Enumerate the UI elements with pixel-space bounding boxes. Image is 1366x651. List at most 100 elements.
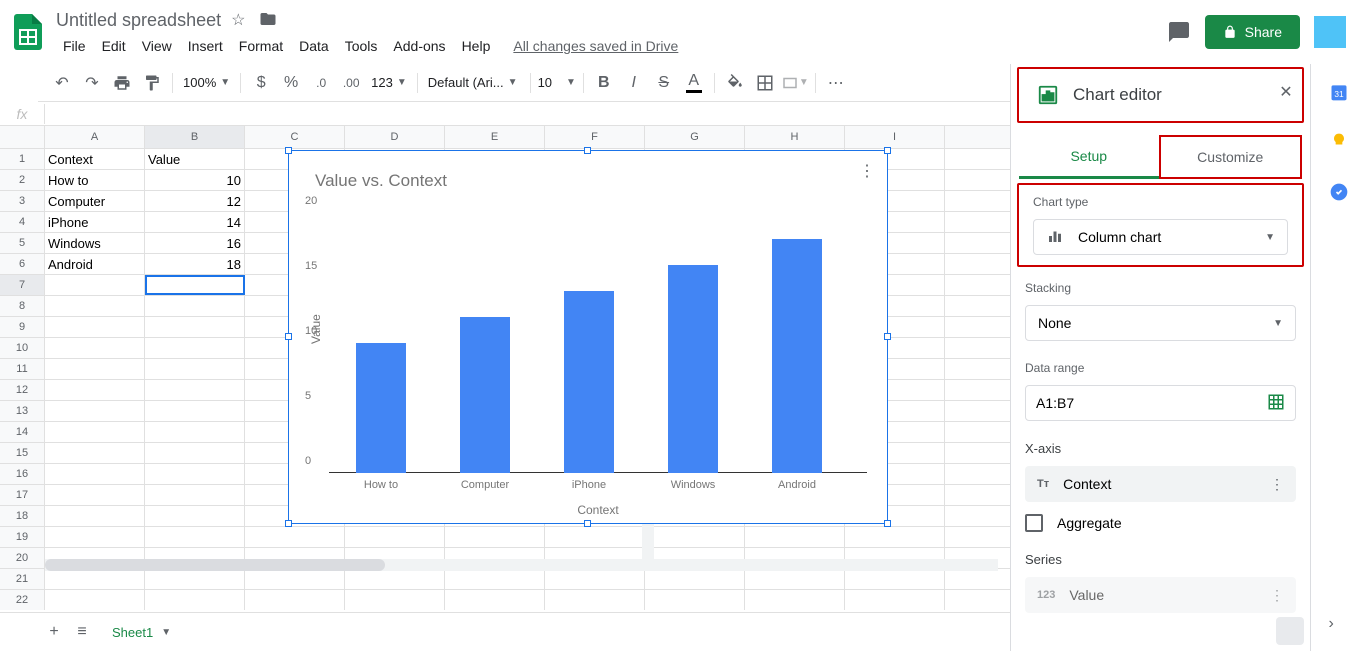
column-header[interactable]: F <box>545 126 645 148</box>
merge-cells-icon[interactable]: ▼ <box>781 69 809 97</box>
cell[interactable] <box>145 338 245 358</box>
menu-edit[interactable]: Edit <box>95 36 133 56</box>
cell[interactable]: Android <box>45 254 145 274</box>
cell[interactable] <box>45 296 145 316</box>
cell[interactable] <box>245 569 345 589</box>
cell[interactable] <box>145 527 245 547</box>
cell[interactable] <box>45 317 145 337</box>
number-format-dropdown[interactable]: 123▼ <box>367 75 411 90</box>
cell[interactable] <box>45 380 145 400</box>
cell[interactable]: 12 <box>145 191 245 211</box>
menu-addons[interactable]: Add-ons <box>386 36 452 56</box>
close-icon[interactable]: ✕ <box>1274 80 1298 104</box>
cell[interactable] <box>145 380 245 400</box>
tasks-icon[interactable] <box>1329 182 1349 202</box>
cell[interactable] <box>245 590 345 610</box>
cell[interactable]: 10 <box>145 170 245 190</box>
share-button[interactable]: Share <box>1205 15 1300 49</box>
cell[interactable] <box>245 527 345 547</box>
row-header[interactable]: 3 <box>0 191 45 211</box>
font-size-dropdown[interactable]: 10▼ <box>537 75 577 90</box>
column-header[interactable]: B <box>145 126 245 148</box>
text-color-icon[interactable]: A <box>680 69 708 97</box>
cell[interactable] <box>145 317 245 337</box>
cell[interactable] <box>45 275 145 295</box>
cell[interactable] <box>145 422 245 442</box>
cell[interactable] <box>45 506 145 526</box>
cell[interactable] <box>845 527 945 547</box>
resize-handle[interactable] <box>884 333 891 340</box>
row-header[interactable]: 13 <box>0 401 45 421</box>
cell[interactable] <box>145 485 245 505</box>
menu-format[interactable]: Format <box>232 36 290 56</box>
aggregate-checkbox[interactable] <box>1025 514 1043 532</box>
cell[interactable] <box>145 569 245 589</box>
cell[interactable]: 16 <box>145 233 245 253</box>
resize-handle[interactable] <box>285 147 292 154</box>
cell[interactable] <box>645 569 745 589</box>
row-header[interactable]: 12 <box>0 380 45 400</box>
resize-handle[interactable] <box>584 520 591 527</box>
borders-icon[interactable] <box>751 69 779 97</box>
row-header[interactable]: 20 <box>0 548 45 568</box>
cell[interactable] <box>445 569 545 589</box>
resize-handle[interactable] <box>285 333 292 340</box>
cell[interactable] <box>545 569 645 589</box>
resize-handle[interactable] <box>285 520 292 527</box>
menu-file[interactable]: File <box>56 36 93 56</box>
strikethrough-icon[interactable]: S <box>650 69 678 97</box>
pill-menu-icon[interactable]: ⋮ <box>1270 587 1284 604</box>
undo-icon[interactable]: ↶ <box>48 69 76 97</box>
cell[interactable] <box>145 401 245 421</box>
cell[interactable] <box>645 527 745 547</box>
column-header[interactable]: I <box>845 126 945 148</box>
row-header[interactable]: 19 <box>0 527 45 547</box>
cell[interactable]: Computer <box>45 191 145 211</box>
cell[interactable] <box>45 422 145 442</box>
cell[interactable] <box>145 443 245 463</box>
cell[interactable] <box>445 527 545 547</box>
fill-color-icon[interactable] <box>721 69 749 97</box>
calendar-icon[interactable]: 31 <box>1329 82 1349 102</box>
user-avatar[interactable] <box>1314 16 1346 48</box>
row-header[interactable]: 2 <box>0 170 45 190</box>
move-folder-icon[interactable] <box>259 10 279 30</box>
chart-menu-icon[interactable]: ⋮ <box>855 159 879 183</box>
cell[interactable] <box>45 590 145 610</box>
cell[interactable] <box>745 590 845 610</box>
stacking-dropdown[interactable]: None ▼ <box>1025 305 1296 341</box>
column-header[interactable]: D <box>345 126 445 148</box>
xaxis-pill[interactable]: Tᴛ Context ⋮ <box>1025 466 1296 502</box>
star-icon[interactable]: ☆ <box>231 10 251 30</box>
column-header[interactable]: A <box>45 126 145 148</box>
sheet-tab[interactable]: Sheet1 ▼ <box>96 617 187 648</box>
print-icon[interactable] <box>108 69 136 97</box>
cell[interactable] <box>45 527 145 547</box>
cell[interactable] <box>45 401 145 421</box>
cell[interactable] <box>145 275 245 295</box>
currency-icon[interactable]: $ <box>247 69 275 97</box>
cell[interactable]: Windows <box>45 233 145 253</box>
resize-handle[interactable] <box>884 147 891 154</box>
decrease-decimal-icon[interactable]: .0 <box>307 69 335 97</box>
bold-icon[interactable]: B <box>590 69 618 97</box>
row-header[interactable]: 5 <box>0 233 45 253</box>
all-sheets-icon[interactable]: ≡ <box>68 618 96 646</box>
chart-embed[interactable]: ⋮ Value vs. Context Value Context 051015… <box>288 150 888 524</box>
cell[interactable] <box>845 569 945 589</box>
zoom-dropdown[interactable]: 100%▼ <box>179 75 234 90</box>
font-dropdown[interactable]: Default (Ari...▼ <box>424 75 524 90</box>
cell[interactable]: Value <box>145 149 245 169</box>
select-all-corner[interactable] <box>0 126 45 148</box>
cell[interactable] <box>845 590 945 610</box>
increase-decimal-icon[interactable]: .00 <box>337 69 365 97</box>
cell[interactable] <box>145 506 245 526</box>
redo-icon[interactable]: ↷ <box>78 69 106 97</box>
cell[interactable] <box>545 527 645 547</box>
cell[interactable]: iPhone <box>45 212 145 232</box>
keep-icon[interactable] <box>1329 132 1349 152</box>
row-header[interactable]: 7 <box>0 275 45 295</box>
cell[interactable] <box>545 590 645 610</box>
series-pill[interactable]: 123 Value ⋮ <box>1025 577 1296 613</box>
cell[interactable] <box>145 359 245 379</box>
